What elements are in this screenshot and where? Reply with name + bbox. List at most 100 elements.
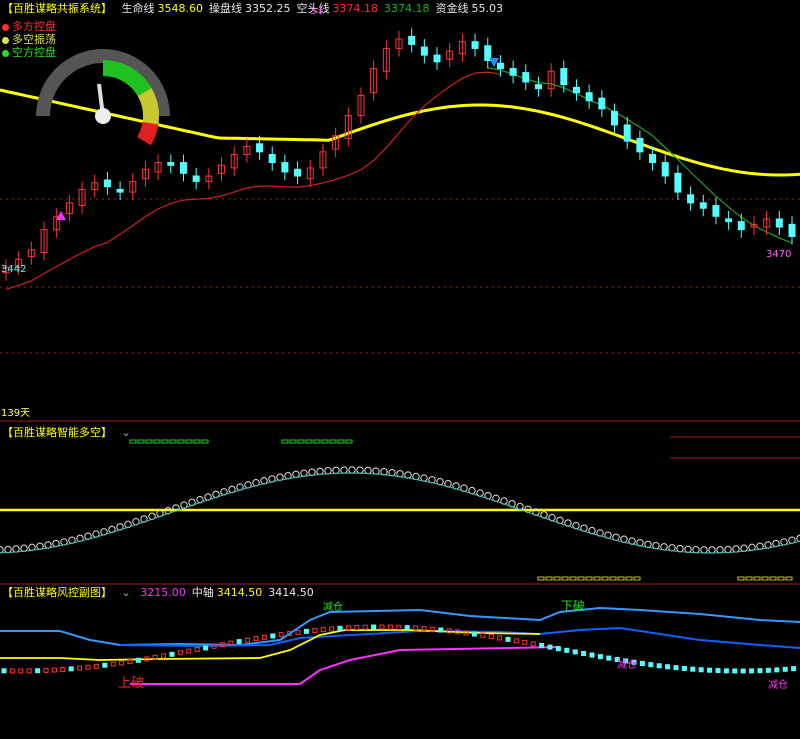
short-line	[5, 71, 501, 290]
sub2-title: 【百胜谋略风控副图】	[2, 586, 112, 599]
oscillator-dot	[316, 467, 324, 476]
risk-candle	[320, 627, 326, 633]
upper-band-line	[0, 606, 800, 647]
risk-candle	[295, 629, 301, 635]
candle-body	[268, 154, 276, 164]
gauge-segment-bear	[136, 121, 159, 146]
risk-candle	[169, 651, 175, 657]
oscillator-dot	[348, 466, 356, 474]
risk-candle	[497, 635, 503, 641]
sub1-dropdown-icon[interactable]: ⌄	[122, 426, 131, 439]
oscillator-dot	[724, 545, 732, 554]
risk-candle	[177, 650, 183, 656]
risk-candle	[119, 660, 125, 666]
days-label: 139天	[1, 408, 31, 419]
risk-candle	[547, 644, 553, 650]
candle-body	[560, 68, 568, 86]
candle-body	[116, 188, 124, 193]
gauge-hub	[95, 108, 111, 124]
risk-candle	[438, 627, 444, 633]
candle-body	[699, 202, 707, 209]
risk-candle	[732, 668, 738, 674]
bull-bar	[345, 439, 353, 444]
indicator-value: 3374.18	[384, 2, 430, 15]
oscillator-dot	[388, 468, 396, 477]
bull-bar	[305, 439, 313, 444]
risk-candle	[471, 631, 477, 637]
risk-candle	[656, 663, 662, 669]
candle-body	[611, 111, 619, 126]
indicator-name: 生命线	[121, 2, 155, 15]
legend-label: 多空振荡	[12, 33, 56, 46]
bull-bar	[193, 439, 201, 444]
candle-body	[522, 72, 530, 83]
candle-body	[294, 168, 302, 177]
bear-bar	[553, 576, 561, 581]
legend-label: 空方控盘	[12, 46, 56, 59]
risk-candle	[698, 667, 704, 673]
risk-candle	[404, 625, 410, 631]
risk-candle	[665, 664, 671, 670]
oscillator-dot	[684, 545, 692, 553]
risk-candle	[236, 639, 242, 645]
candle-body	[572, 86, 580, 94]
risk-candle	[303, 628, 309, 634]
peak-mark: 3↓	[310, 6, 325, 17]
candle-body	[179, 162, 187, 174]
bull-bar	[153, 439, 161, 444]
risk-candle	[18, 668, 24, 674]
risk-candle	[648, 662, 654, 668]
candle-body	[636, 137, 644, 153]
sub2-dropdown-icon[interactable]: ⌄	[122, 586, 131, 599]
oscillator-dot	[380, 468, 388, 476]
risk-candle	[505, 636, 511, 642]
candle-body	[623, 124, 631, 142]
risk-candle	[757, 668, 763, 674]
risk-candle	[782, 666, 788, 672]
candle-body	[598, 97, 606, 110]
oscillator-dot	[692, 546, 700, 554]
oscillator-dot	[364, 466, 372, 475]
high-price-label: 3470	[766, 249, 792, 260]
risk-candle	[354, 624, 360, 630]
risk-candle	[102, 662, 108, 668]
oscillator-dot	[740, 544, 748, 552]
bear-bar	[769, 576, 777, 581]
bear-bar	[537, 576, 545, 581]
risk-candle	[270, 633, 276, 639]
oscillator-dot	[340, 466, 348, 474]
risk-candle	[791, 666, 797, 672]
bull-bar	[145, 439, 153, 444]
bull-bar	[281, 439, 289, 444]
sub1-title: 【百胜谋略智能多空】	[2, 426, 112, 439]
risk-candle	[488, 634, 494, 640]
risk-candle	[715, 668, 721, 674]
oscillator-dot	[356, 466, 364, 474]
risk-candle	[522, 639, 528, 645]
candle-body	[725, 218, 733, 223]
risk-candle	[396, 624, 402, 630]
oscillator-dot	[308, 468, 316, 476]
risk-candle	[110, 661, 116, 667]
risk-candle	[161, 653, 167, 659]
bull-bar	[137, 439, 145, 444]
candle-body	[408, 35, 416, 45]
indicator-value: 3374.18	[332, 2, 379, 15]
bull-bar	[321, 439, 329, 444]
bear-bar	[777, 576, 785, 581]
risk-candle	[387, 624, 393, 630]
indicator-value: 3548.60	[157, 2, 204, 15]
risk-candle	[681, 665, 687, 671]
sub2-header: 【百胜谋略风控副图】 ⌄ 3215.00 中轴 3414.50 3414.50	[2, 586, 326, 599]
bear-bar	[737, 576, 745, 581]
main-title: 【百胜谋略共振系统】	[2, 2, 112, 15]
risk-candle	[774, 667, 780, 673]
risk-candle	[68, 666, 74, 672]
bear-bar	[601, 576, 609, 581]
risk-candle	[51, 667, 57, 673]
candle-body	[737, 221, 745, 231]
candle-body	[103, 179, 111, 188]
candle-body	[775, 218, 783, 228]
indicator-value: 3352.25	[245, 2, 291, 15]
bull-bar	[289, 439, 297, 444]
